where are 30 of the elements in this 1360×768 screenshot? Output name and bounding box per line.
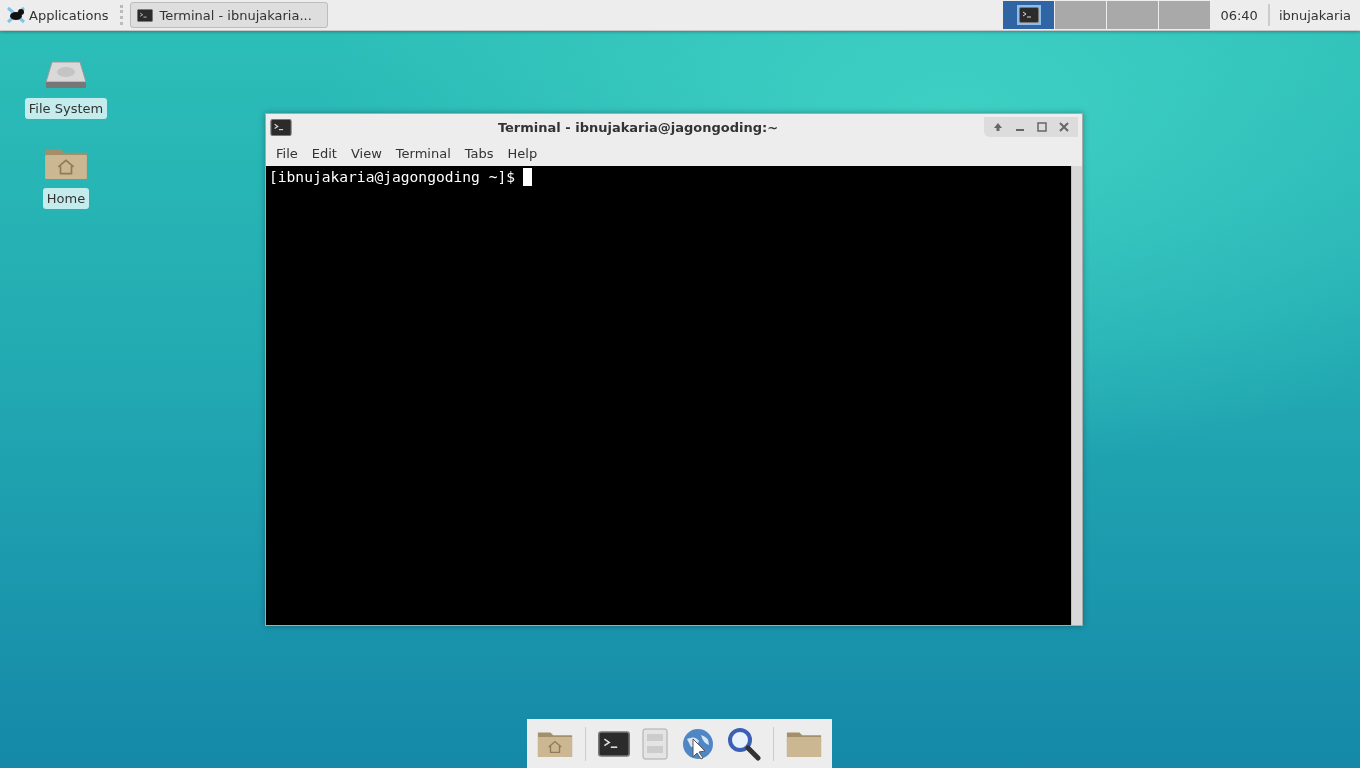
maximize-icon[interactable] bbox=[1036, 121, 1048, 133]
applications-menu-button[interactable]: Applications bbox=[0, 0, 117, 30]
terminal-icon bbox=[598, 730, 631, 757]
text-cursor bbox=[523, 168, 532, 186]
menu-item[interactable]: Tabs bbox=[457, 143, 501, 163]
menu-item[interactable]: Terminal bbox=[388, 143, 458, 163]
menu-item[interactable]: Edit bbox=[304, 143, 344, 163]
menu-item[interactable]: File bbox=[269, 143, 305, 163]
hard-drive-icon bbox=[44, 60, 88, 90]
window-title: Terminal - ibnujakaria@jagongoding:~ bbox=[496, 119, 780, 135]
mouse-logo-icon bbox=[6, 6, 26, 24]
shell-prompt: [ibnujakaria@jagongoding ~]$ bbox=[269, 168, 515, 185]
workspace-button[interactable] bbox=[1003, 1, 1055, 29]
file-cabinet-icon bbox=[642, 727, 669, 760]
terminal-icon bbox=[137, 8, 154, 22]
globe-icon bbox=[680, 726, 715, 761]
clock[interactable]: 06:40 bbox=[1210, 7, 1268, 23]
menu-item[interactable]: View bbox=[343, 143, 389, 163]
menu-item[interactable]: Help bbox=[500, 143, 545, 163]
close-icon[interactable] bbox=[1058, 121, 1070, 133]
scrollbar[interactable] bbox=[1071, 166, 1082, 625]
search-icon bbox=[726, 726, 761, 761]
desktop-icon-label[interactable]: Home bbox=[42, 188, 90, 210]
desktop-icon-label[interactable]: File System bbox=[24, 98, 108, 119]
up-arrow-icon[interactable] bbox=[992, 121, 1004, 133]
terminal-area[interactable]: [ibnujakaria@jagongoding ~]$ bbox=[266, 166, 1071, 625]
terminal-icon bbox=[1018, 7, 1039, 23]
terminal-icon bbox=[270, 118, 292, 136]
user-menu[interactable]: ibnujakaria bbox=[1269, 7, 1360, 23]
taskbar-window-button[interactable]: Terminal - ibnujakaria... bbox=[130, 2, 329, 28]
